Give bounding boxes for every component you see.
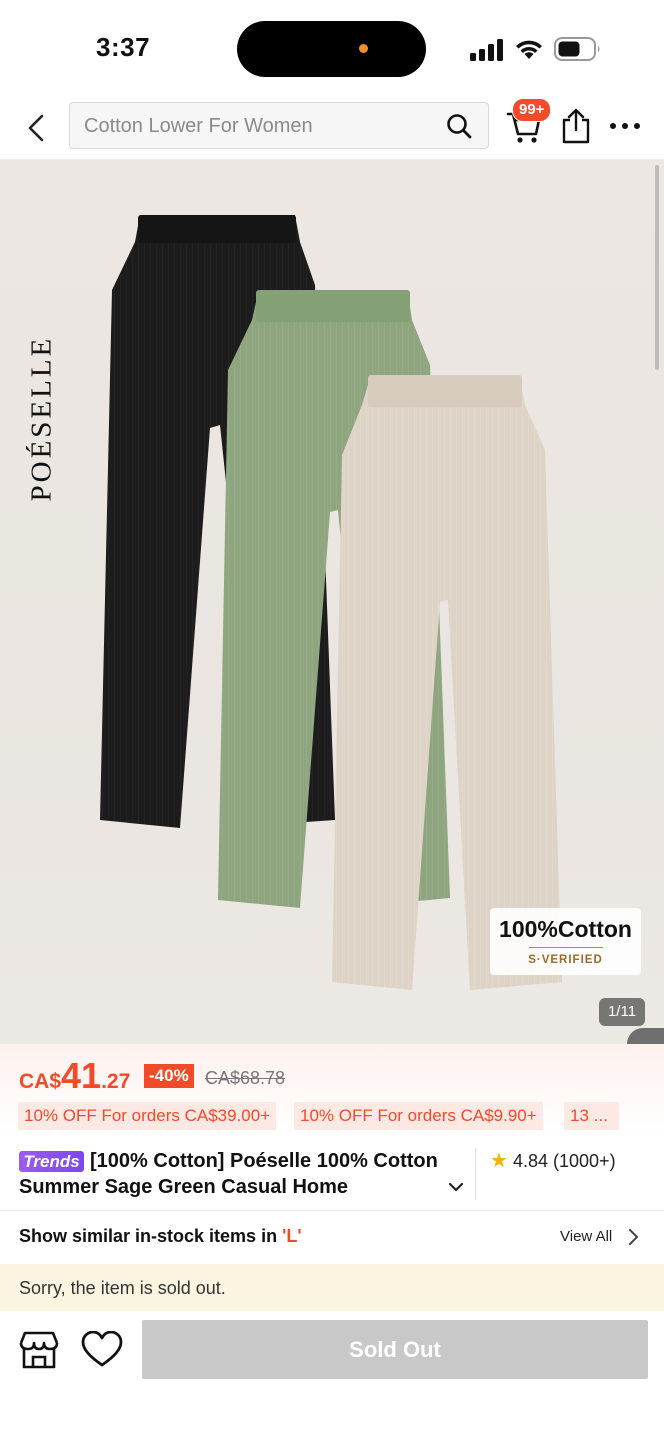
product-image-gallery[interactable]: POÉSELLE 100%Cotton S·VERIFIED 1/11 [0, 160, 664, 1044]
similar-items-label: Show similar in-stock items in [19, 1226, 283, 1246]
chevron-down-icon [448, 1182, 464, 1192]
scrollbar-thumb[interactable] [655, 165, 659, 370]
store-icon [19, 1331, 59, 1369]
heart-icon [81, 1330, 123, 1367]
rating-value: 4.84 [512, 1151, 548, 1171]
share-icon [562, 108, 590, 144]
price-integer: 41 [61, 1055, 102, 1096]
trends-badge: Trends [19, 1151, 84, 1172]
sold-out-message: Sorry, the item is sold out. [19, 1278, 226, 1298]
discount-badge: -40% [144, 1064, 194, 1088]
coupon-tag-more[interactable]: 13 ... [564, 1102, 619, 1130]
star-icon: ★ [490, 1150, 508, 1172]
vertical-divider [475, 1148, 476, 1200]
search-input[interactable] [82, 103, 426, 149]
wifi-icon [516, 40, 542, 59]
search-icon[interactable] [446, 113, 472, 139]
chevron-right-icon[interactable] [626, 1228, 640, 1246]
camera-indicator-dot [359, 44, 368, 53]
cotton-badge-subtitle: S·VERIFIED [528, 954, 603, 966]
similar-items-text: Show similar in-stock items in 'L' [19, 1226, 302, 1247]
review-count: (1000+) [553, 1151, 616, 1171]
product-title[interactable]: [100% Cotton] Poéselle 100% Cotton Summe… [19, 1148, 461, 1200]
coupon-tag[interactable]: 10% OFF For orders CA$9.90+ [294, 1102, 543, 1130]
more-dots-icon [610, 123, 640, 129]
sale-price: CA$41.27 [19, 1055, 130, 1097]
more-options-button[interactable] [608, 114, 644, 140]
badge-divider [528, 947, 603, 948]
sold-out-button[interactable]: Sold Out [142, 1320, 648, 1379]
view-all-link[interactable]: View All [560, 1228, 612, 1245]
cellular-signal-icon [470, 39, 503, 61]
share-button[interactable] [560, 108, 594, 146]
cart-count-badge: 99+ [512, 98, 552, 122]
price-currency: CA$ [19, 1070, 62, 1093]
dynamic-island [237, 21, 426, 77]
product-rating[interactable]: ★ 4.84 (1000+) [490, 1148, 616, 1173]
brand-logo-text: POÉSELLE [25, 335, 58, 502]
back-button[interactable] [18, 110, 54, 146]
selected-size: 'L' [282, 1226, 302, 1246]
cotton-verified-badge: 100%Cotton S·VERIFIED [490, 908, 641, 975]
image-counter: 1/11 [599, 998, 645, 1026]
price-decimal: .27 [101, 1070, 131, 1093]
original-price: CA$68.78 [205, 1068, 286, 1088]
expand-title-button[interactable] [445, 1176, 467, 1198]
title-fade [414, 1174, 446, 1198]
battery-icon [554, 37, 600, 61]
search-box[interactable] [69, 102, 489, 149]
wishlist-button[interactable] [81, 1330, 125, 1371]
cotton-badge-title: 100%Cotton [499, 916, 632, 942]
status-time: 3:37 [96, 32, 151, 62]
coupon-tag[interactable]: 10% OFF For orders CA$39.00+ [18, 1102, 277, 1130]
store-button[interactable] [18, 1331, 62, 1371]
chevron-left-icon [28, 114, 44, 142]
